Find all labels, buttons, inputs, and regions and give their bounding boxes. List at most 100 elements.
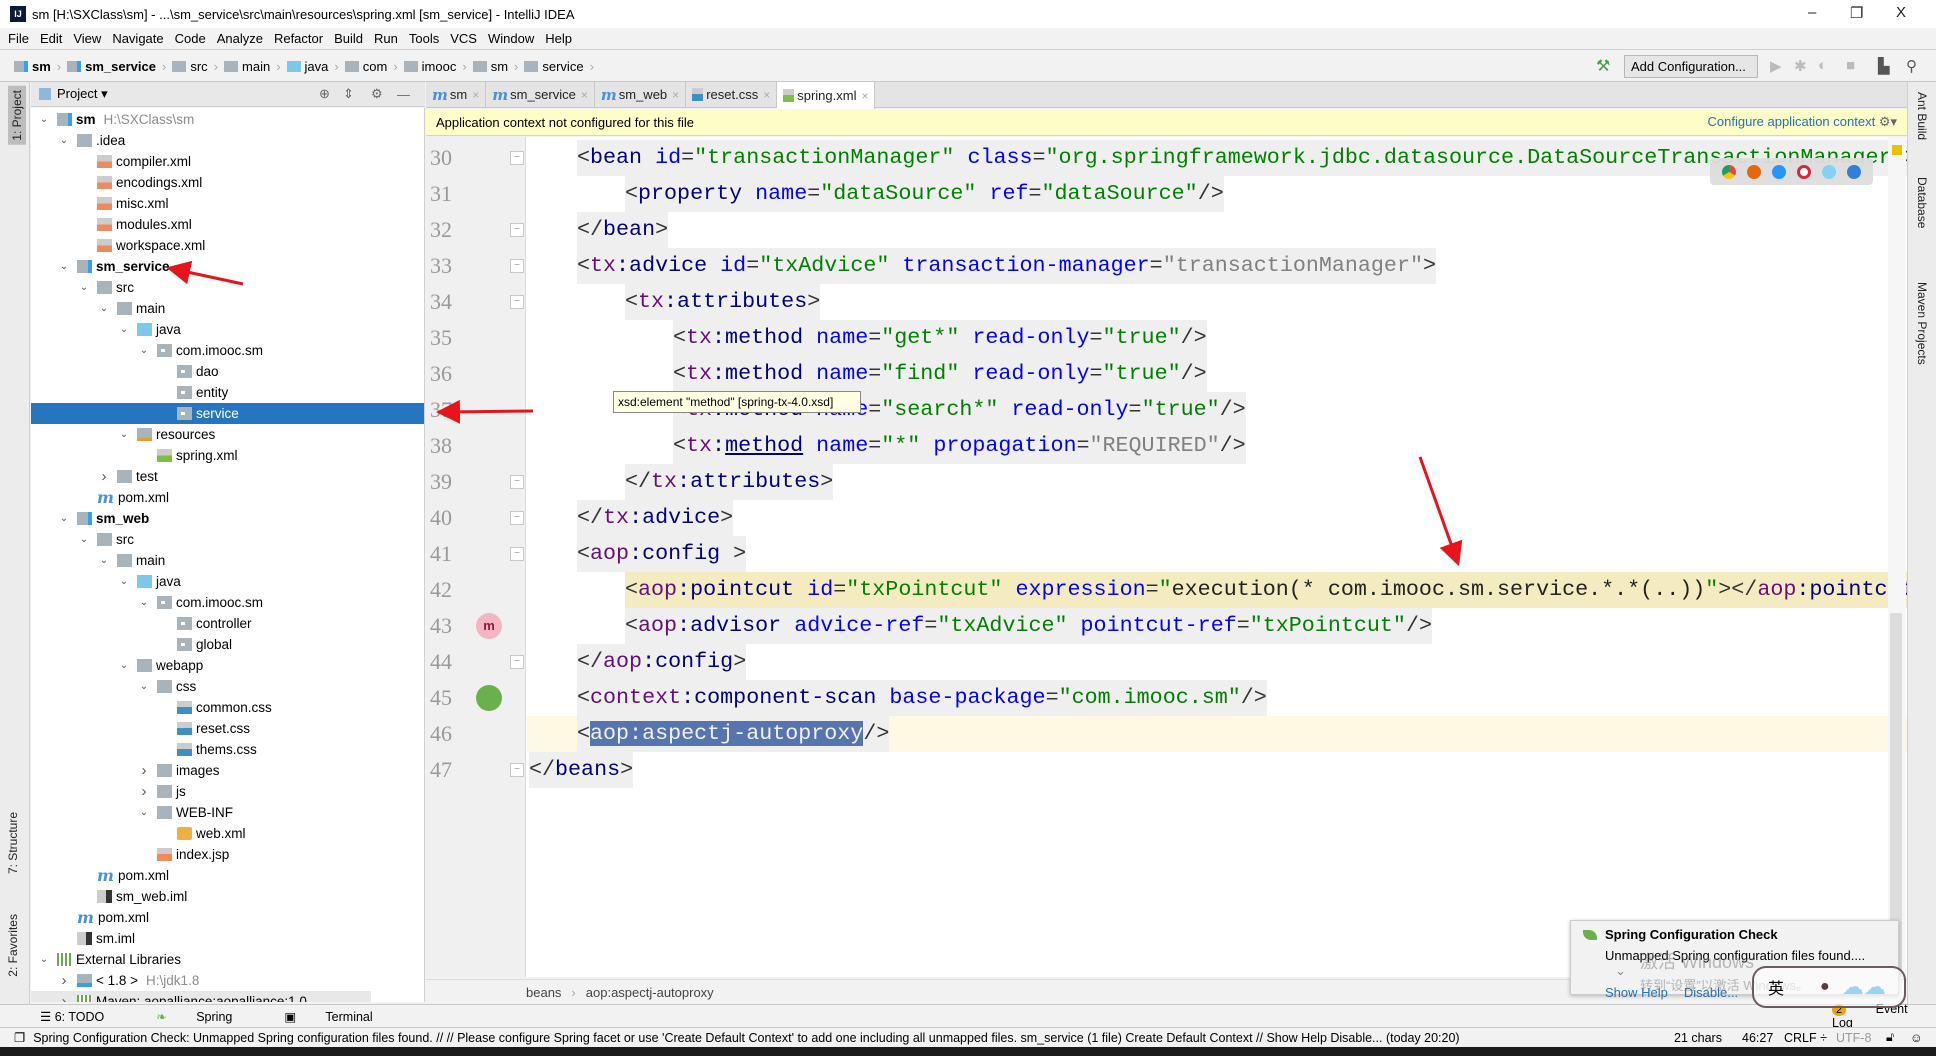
breadcrumb-sm[interactable]: sm › — [14, 59, 61, 74]
code-editor[interactable]: 30−31 32−33−34−35 36 37 38 39−40−41−42 43 m 44−4… — [426, 137, 1907, 977]
configure-context-link[interactable]: Configure application context — [1708, 114, 1876, 129]
breadcrumb-imooc[interactable]: imooc › — [403, 59, 467, 74]
tab-favorites[interactable]: 2: Favorites — [6, 914, 20, 977]
chevron-down-icon[interactable]: ⌄ — [57, 135, 71, 146]
code-line[interactable]: <property name="dataSource" ref="dataSou… — [426, 176, 1907, 212]
status-message[interactable]: Spring Configuration Check: Unmapped Spr… — [33, 1031, 1459, 1045]
tab-todo[interactable]: ☰ 6: TODO — [40, 1009, 130, 1024]
tree-item-encodings.xml[interactable]: encodings.xml — [31, 172, 424, 193]
menu-run[interactable]: Run — [374, 31, 398, 46]
menu-navigate[interactable]: Navigate — [112, 31, 163, 46]
menu-build[interactable]: Build — [334, 31, 363, 46]
tree-item-modules.xml[interactable]: modules.xml — [31, 214, 424, 235]
coverage-icon[interactable]: ◐ — [1818, 57, 1827, 74]
tree-item-Maven: aopalliance:aopalliance:1.0[interactable]: › Maven: aopalliance:aopalliance:1.0 — [31, 991, 371, 1002]
code-line[interactable]: <aop:config > — [426, 536, 1907, 572]
close-tab-icon[interactable]: × — [581, 88, 588, 102]
code-line[interactable]: </tx:advice> — [426, 500, 1907, 536]
tree-item-service[interactable]: service — [31, 403, 424, 424]
chevron-down-icon[interactable]: ⌄ — [137, 345, 151, 356]
code-line[interactable]: </bean> — [426, 212, 1907, 248]
breadcrumb-main[interactable]: main › — [224, 59, 281, 74]
code-line[interactable]: <tx:method name="get*" read-only="true"/… — [426, 320, 1907, 356]
caret-position[interactable]: 46:27 — [1742, 1031, 1773, 1045]
stop-icon[interactable]: ■ — [1846, 57, 1855, 74]
tab-terminal[interactable]: ▣ Terminal — [284, 1009, 398, 1024]
chevron-down-icon[interactable]: ⌄ — [77, 282, 91, 293]
code-line[interactable]: <tx:method name="*" propagation="REQUIRE… — [426, 428, 1907, 464]
tree-item-dao[interactable]: dao — [31, 361, 424, 382]
tree-item-sm_web.iml[interactable]: sm_web.iml — [31, 886, 424, 907]
menu-edit[interactable]: Edit — [40, 31, 62, 46]
code-line[interactable]: </tx:attributes> — [426, 464, 1907, 500]
tree-item-java[interactable]: ⌄ java — [31, 571, 424, 592]
chevron-right-icon[interactable]: › — [97, 468, 111, 485]
chevron-down-icon[interactable]: ⌄ — [117, 660, 131, 671]
code-line[interactable]: <tx:attributes> — [426, 284, 1907, 320]
debug-icon[interactable]: ✱ — [1794, 57, 1807, 75]
tree-item-main[interactable]: ⌄ main — [31, 298, 424, 319]
menu-window[interactable]: Window — [488, 31, 534, 46]
tree-item-test[interactable]: › test — [31, 466, 424, 487]
chevron-down-icon[interactable]: ⌄ — [77, 534, 91, 545]
tree-item-pom.xml[interactable]: m pom.xml — [31, 865, 424, 886]
chevron-right-icon[interactable]: › — [57, 972, 71, 989]
tree-item-java[interactable]: ⌄ java — [31, 319, 424, 340]
opera-icon[interactable] — [1797, 164, 1812, 179]
tab-project[interactable]: 1: Project — [8, 86, 26, 145]
tree-item-pom.xml[interactable]: m pom.xml — [31, 907, 424, 928]
firefox-icon[interactable] — [1746, 164, 1761, 179]
breadcrumb-sm_service[interactable]: sm_service › — [67, 59, 166, 74]
tree-item-compiler.xml[interactable]: compiler.xml — [31, 151, 424, 172]
code-line[interactable]: </aop:config> — [426, 644, 1907, 680]
close-tab-icon[interactable]: × — [672, 88, 679, 102]
status-toggle-icon[interactable]: ❐ — [14, 1030, 25, 1045]
menu-view[interactable]: View — [73, 31, 101, 46]
tab-ant-build[interactable]: Ant Build — [1915, 92, 1929, 140]
tree-item-entity[interactable]: entity — [31, 382, 424, 403]
tree-item-sm[interactable]: ⌄ sm H:\SXClass\sm — [31, 109, 424, 130]
build-hammer-icon[interactable]: ⚒ — [1596, 56, 1610, 76]
tab-spring.xml[interactable]: spring.xml × — [777, 82, 876, 109]
chevron-down-icon[interactable]: ⌄ — [117, 429, 131, 440]
breadcrumb-service[interactable]: service › — [524, 59, 594, 74]
code-line[interactable]: <aop:advisor advice-ref="txAdvice" point… — [426, 608, 1907, 644]
chevron-down-icon[interactable]: ⌄ — [57, 513, 71, 524]
locate-icon[interactable]: ⊕ — [319, 86, 330, 102]
breadcrumb-sm[interactable]: sm › — [472, 59, 518, 74]
chevron-down-icon[interactable]: ⌄ — [97, 303, 111, 314]
tree-item-sm_service[interactable]: ⌄ sm_service — [31, 256, 424, 277]
tab-sm_web[interactable]: m sm_web × — [595, 82, 687, 107]
expand-chevron-icon[interactable]: ⌄ — [1615, 963, 1626, 978]
tree-item-main[interactable]: ⌄ main — [31, 550, 424, 571]
menu-help[interactable]: Help — [545, 31, 572, 46]
breadcrumb-aspectj-autoproxy[interactable]: aop:aspectj-autoproxy — [586, 985, 714, 1000]
tree-item-spring.xml[interactable]: spring.xml — [31, 445, 424, 466]
show-help-link[interactable]: Show Help — [1605, 985, 1668, 1000]
tree-item-webapp[interactable]: ⌄ webapp — [31, 655, 424, 676]
code-line[interactable]: <context:component-scan base-package="co… — [426, 680, 1907, 716]
minimize-button[interactable]: – — [1808, 4, 1816, 21]
breadcrumb-com[interactable]: com › — [344, 59, 398, 74]
tree-item-WEB-INF[interactable]: ⌄ WEB-INF — [31, 802, 424, 823]
ie-icon[interactable] — [1822, 164, 1837, 179]
close-tab-icon[interactable]: × — [472, 88, 479, 102]
tree-item-com.imooc.sm[interactable]: ⌄ com.imooc.sm — [31, 340, 424, 361]
line-separator[interactable]: CRLF ÷ — [1784, 1031, 1827, 1045]
menu-tools[interactable]: Tools — [409, 31, 439, 46]
tree-item-.idea[interactable]: ⌄ .idea — [31, 130, 424, 151]
breadcrumb-src[interactable]: src › — [172, 59, 218, 74]
edge-icon[interactable] — [1847, 164, 1862, 179]
chrome-icon[interactable] — [1721, 164, 1736, 179]
breadcrumb-java[interactable]: java › — [286, 59, 339, 74]
breadcrumb-beans[interactable]: beans — [526, 985, 561, 1000]
chevron-down-icon[interactable]: ⌄ — [97, 555, 111, 566]
tree-item-js[interactable]: › js — [31, 781, 424, 802]
project-view-selector[interactable]: Project ▾ — [57, 86, 108, 102]
chevron-down-icon[interactable]: ⌄ — [57, 261, 71, 272]
menu-vcs[interactable]: VCS — [450, 31, 477, 46]
chevron-right-icon[interactable]: › — [137, 783, 151, 800]
tab-reset.css[interactable]: reset.css × — [686, 82, 778, 107]
chevron-down-icon[interactable]: ⌄ — [117, 324, 131, 335]
tree-item-controller[interactable]: controller — [31, 613, 424, 634]
